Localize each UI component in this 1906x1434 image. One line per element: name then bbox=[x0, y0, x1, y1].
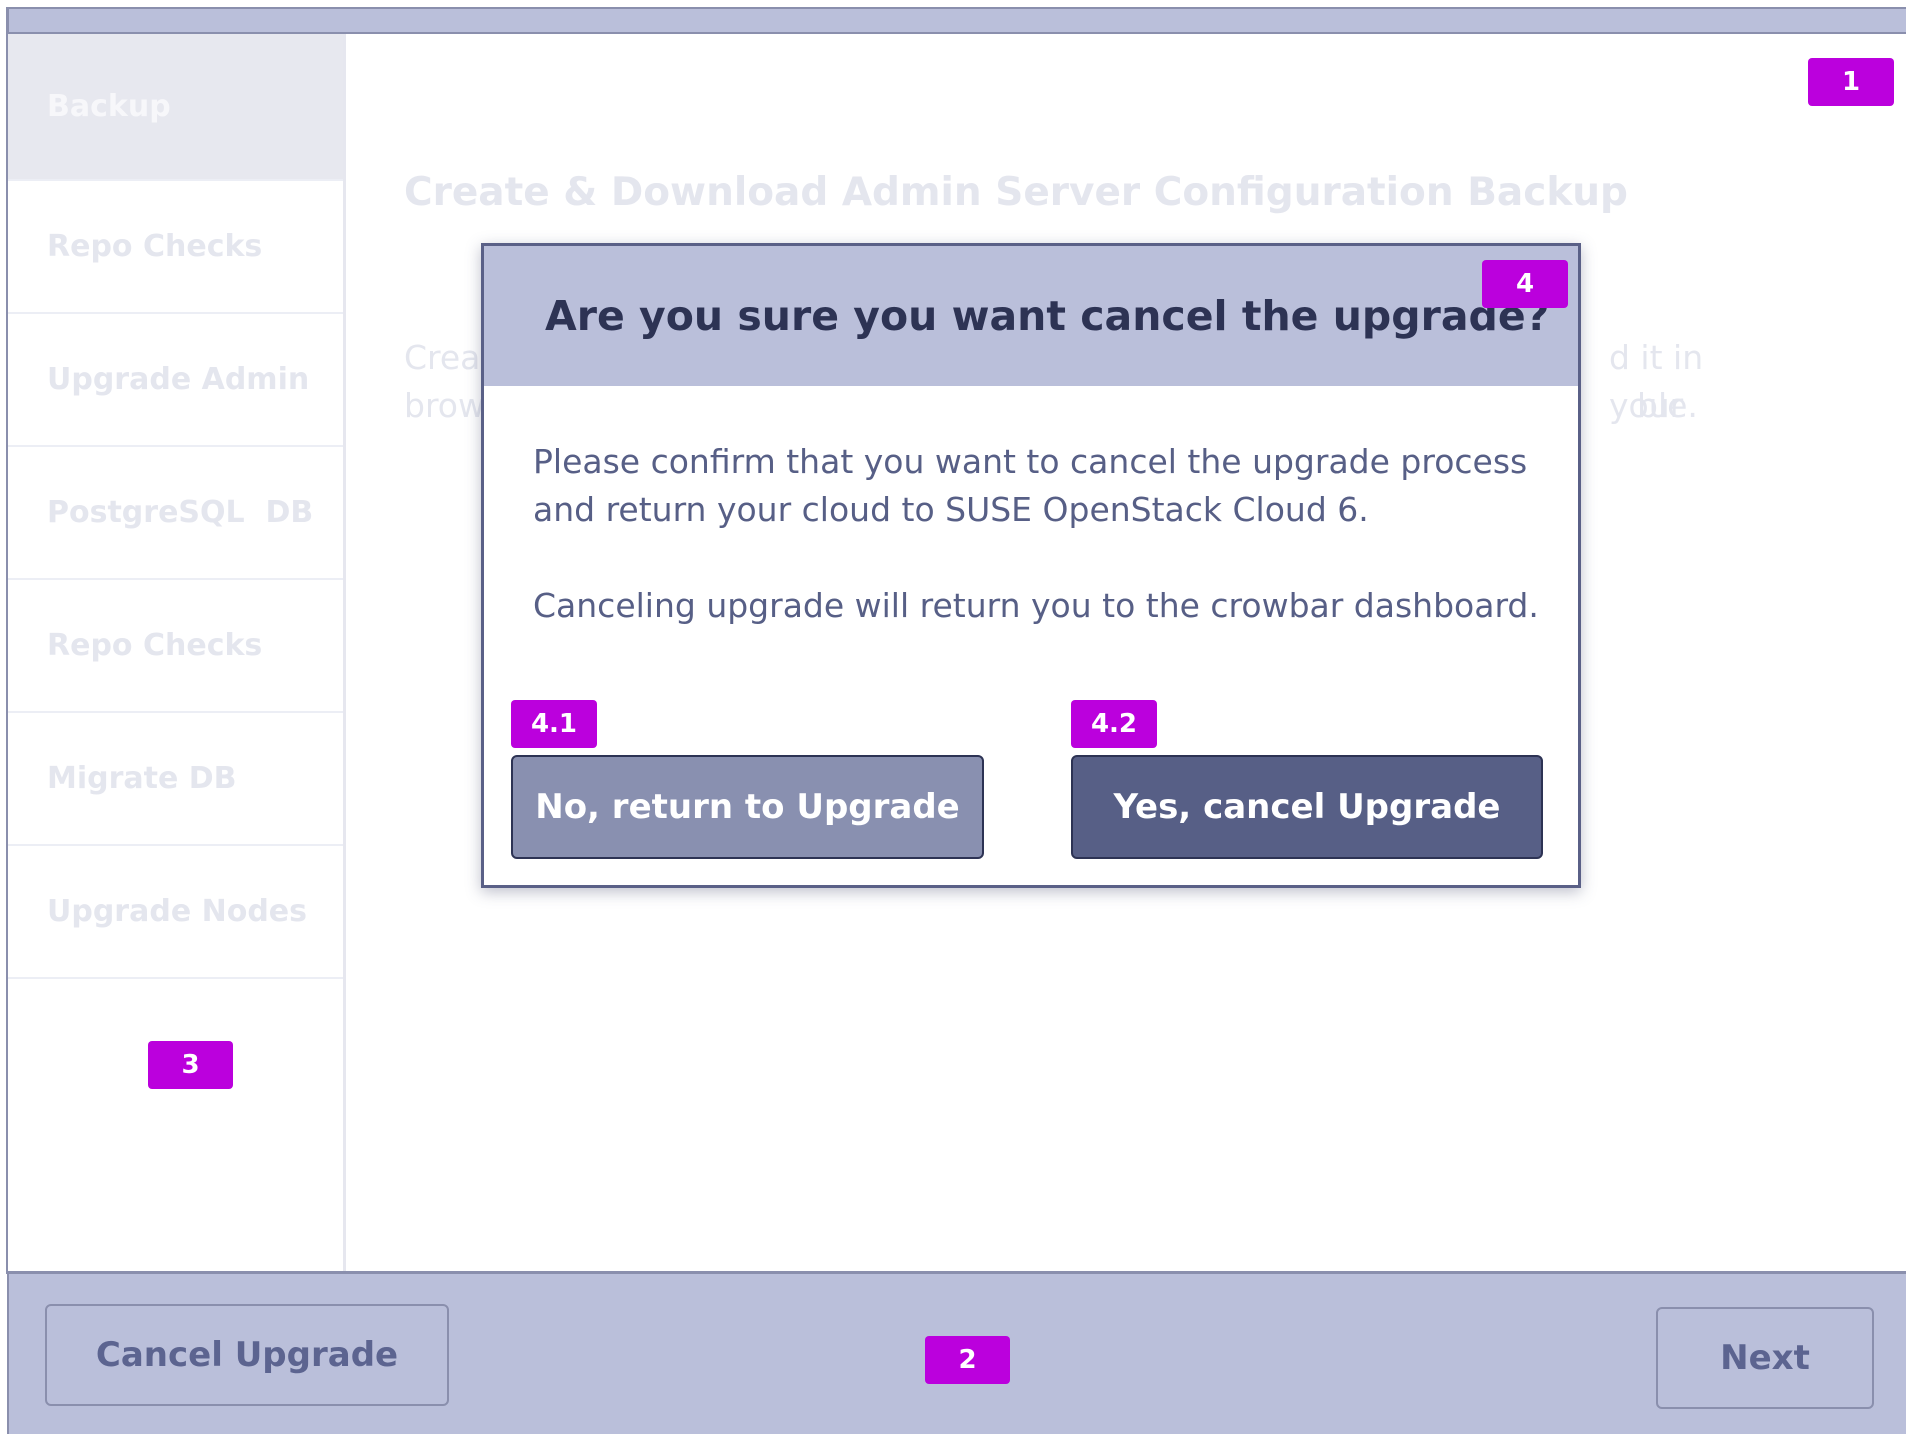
sidebar-item-label: Upgrade Nodes bbox=[47, 894, 308, 929]
annotation-badge-2: 2 bbox=[925, 1336, 1010, 1384]
sidebar-item-migrate-db[interactable]: Migrate DB bbox=[8, 713, 343, 846]
cancel-upgrade-button[interactable]: Cancel Upgrade bbox=[45, 1304, 449, 1406]
sidebar-item-label: PostgreSQL DB bbox=[47, 495, 314, 530]
top-bar bbox=[7, 7, 1906, 34]
sidebar-item-label: Backup bbox=[47, 89, 171, 124]
next-button[interactable]: Next bbox=[1656, 1307, 1874, 1409]
sidebar-item-repo-checks-2[interactable]: Repo Checks bbox=[8, 580, 343, 713]
sidebar-item-upgrade-nodes[interactable]: Upgrade Nodes bbox=[8, 846, 343, 979]
description-line2-right: ble. bbox=[1637, 386, 1698, 425]
cancel-confirm-dialog: Are you sure you want cancel the upgrade… bbox=[481, 243, 1581, 888]
sidebar-item-postgresql-db[interactable]: PostgreSQL DB bbox=[8, 447, 343, 580]
annotation-badge-4: 4 bbox=[1482, 260, 1568, 308]
annotation-badge-3: 3 bbox=[148, 1041, 233, 1089]
return-to-upgrade-button[interactable]: No, return to Upgrade bbox=[511, 755, 984, 859]
annotation-badge-4-2: 4.2 bbox=[1071, 700, 1157, 748]
dialog-message: Please confirm that you want to cancel t… bbox=[533, 442, 1528, 529]
sidebar-item-label: Migrate DB bbox=[47, 761, 237, 796]
confirm-cancel-upgrade-button[interactable]: Yes, cancel Upgrade bbox=[1071, 755, 1543, 859]
sidebar-item-backup[interactable]: Backup bbox=[8, 34, 343, 181]
description-line2-left: brow bbox=[404, 386, 485, 425]
sidebar-item-label: Repo Checks bbox=[47, 229, 263, 264]
sidebar-item-repo-checks[interactable]: Repo Checks bbox=[8, 181, 343, 314]
dialog-note: Canceling upgrade will return you to the… bbox=[533, 586, 1539, 625]
dialog-header: Are you sure you want cancel the upgrade… bbox=[484, 246, 1578, 386]
sidebar-item-label: Repo Checks bbox=[47, 628, 263, 663]
dialog-title: Are you sure you want cancel the upgrade… bbox=[545, 292, 1550, 340]
sidebar-item-label: Upgrade Admin bbox=[47, 362, 310, 397]
description-line1-left: Crea bbox=[404, 338, 481, 377]
sidebar-item-upgrade-admin[interactable]: Upgrade Admin bbox=[8, 314, 343, 447]
annotation-badge-4-1: 4.1 bbox=[511, 700, 597, 748]
annotation-badge-1: 1 bbox=[1808, 58, 1894, 106]
page-title: Create & Download Admin Server Configura… bbox=[404, 170, 1628, 215]
